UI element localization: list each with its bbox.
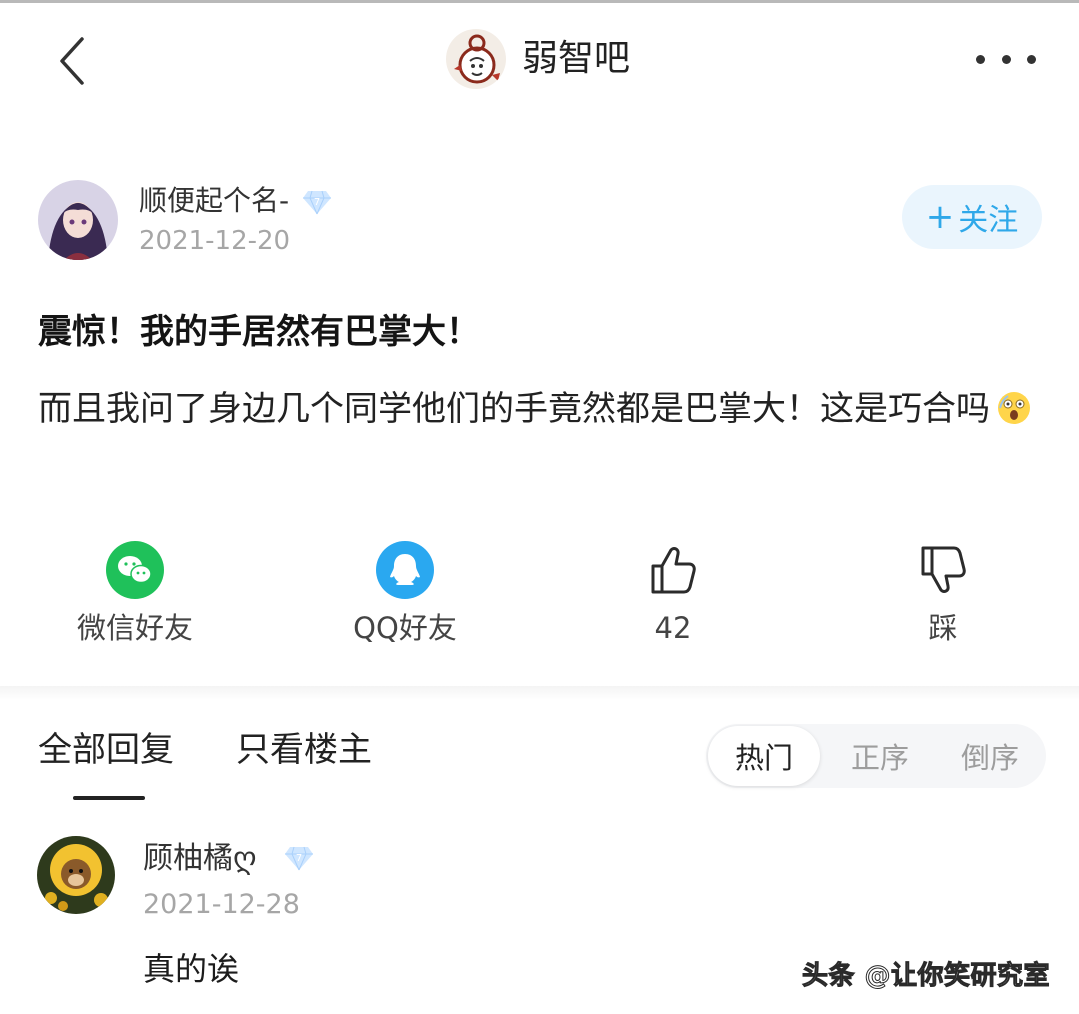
level-diamond-icon: 7 [302, 186, 332, 216]
thumbs-down-icon [913, 540, 973, 600]
qq-label: QQ好友 [353, 611, 457, 645]
like-button[interactable]: 42 [563, 540, 783, 650]
plus-icon: + [925, 197, 955, 237]
reply-author-name[interactable]: 顾柚橘ღ [143, 838, 257, 880]
post-body: 而且我问了身边几个同学他们的手竟然都是巴掌大！这是巧合吗 [38, 384, 1048, 434]
thumbs-up-icon [643, 540, 703, 600]
like-count: 42 [654, 611, 692, 645]
follow-button[interactable]: + 关注 [902, 185, 1042, 249]
sort-toggle-group: 热门 正序 倒序 [706, 724, 1046, 788]
level-diamond-icon: 7 [284, 842, 314, 872]
watermark: 头条 @让你笑研究室 [801, 961, 1051, 992]
qq-icon [375, 540, 435, 600]
tab-all-replies[interactable]: 全部回复 [38, 728, 174, 772]
chevron-left-icon [60, 37, 84, 85]
dislike-button[interactable]: 踩 [833, 540, 1053, 650]
author-avatar[interactable] [38, 180, 118, 260]
post-date: 2021-12-20 [139, 226, 291, 256]
post-body-text: 而且我问了身边几个同学他们的手竟然都是巴掌大！这是巧合吗 [38, 389, 990, 429]
section-divider [0, 686, 1079, 700]
share-wechat-button[interactable]: 微信好友 [25, 540, 245, 650]
sort-hot-button[interactable]: 热门 [708, 726, 820, 786]
reply-text: 真的诶 [143, 950, 240, 988]
active-tab-indicator [73, 796, 145, 800]
more-button[interactable] [976, 47, 1036, 71]
author-name[interactable]: 顺便起个名- [139, 181, 289, 221]
post-title: 震惊！我的手居然有巴掌大！ [38, 312, 480, 352]
top-nav-bar: 弱智吧 [0, 3, 1079, 115]
svg-text:7: 7 [314, 197, 320, 208]
more-dots-icon [976, 54, 985, 64]
scared-face-emoji-icon [996, 390, 1032, 426]
wechat-icon [105, 540, 165, 600]
share-qq-button[interactable]: QQ好友 [295, 540, 515, 650]
follow-label: 关注 [958, 203, 1019, 238]
forum-name[interactable]: 弱智吧 [522, 37, 630, 81]
sort-ascending-button[interactable]: 正序 [824, 724, 936, 788]
forum-logo[interactable] [446, 29, 506, 89]
svg-text:7: 7 [296, 853, 302, 864]
wechat-label: 微信好友 [76, 611, 193, 645]
dislike-label: 踩 [928, 611, 958, 645]
back-button[interactable] [50, 35, 94, 87]
tab-owner-only[interactable]: 只看楼主 [236, 728, 372, 772]
reply-author-avatar[interactable] [37, 836, 115, 914]
sort-descending-button[interactable]: 倒序 [934, 724, 1046, 788]
reply-date: 2021-12-28 [143, 889, 300, 920]
